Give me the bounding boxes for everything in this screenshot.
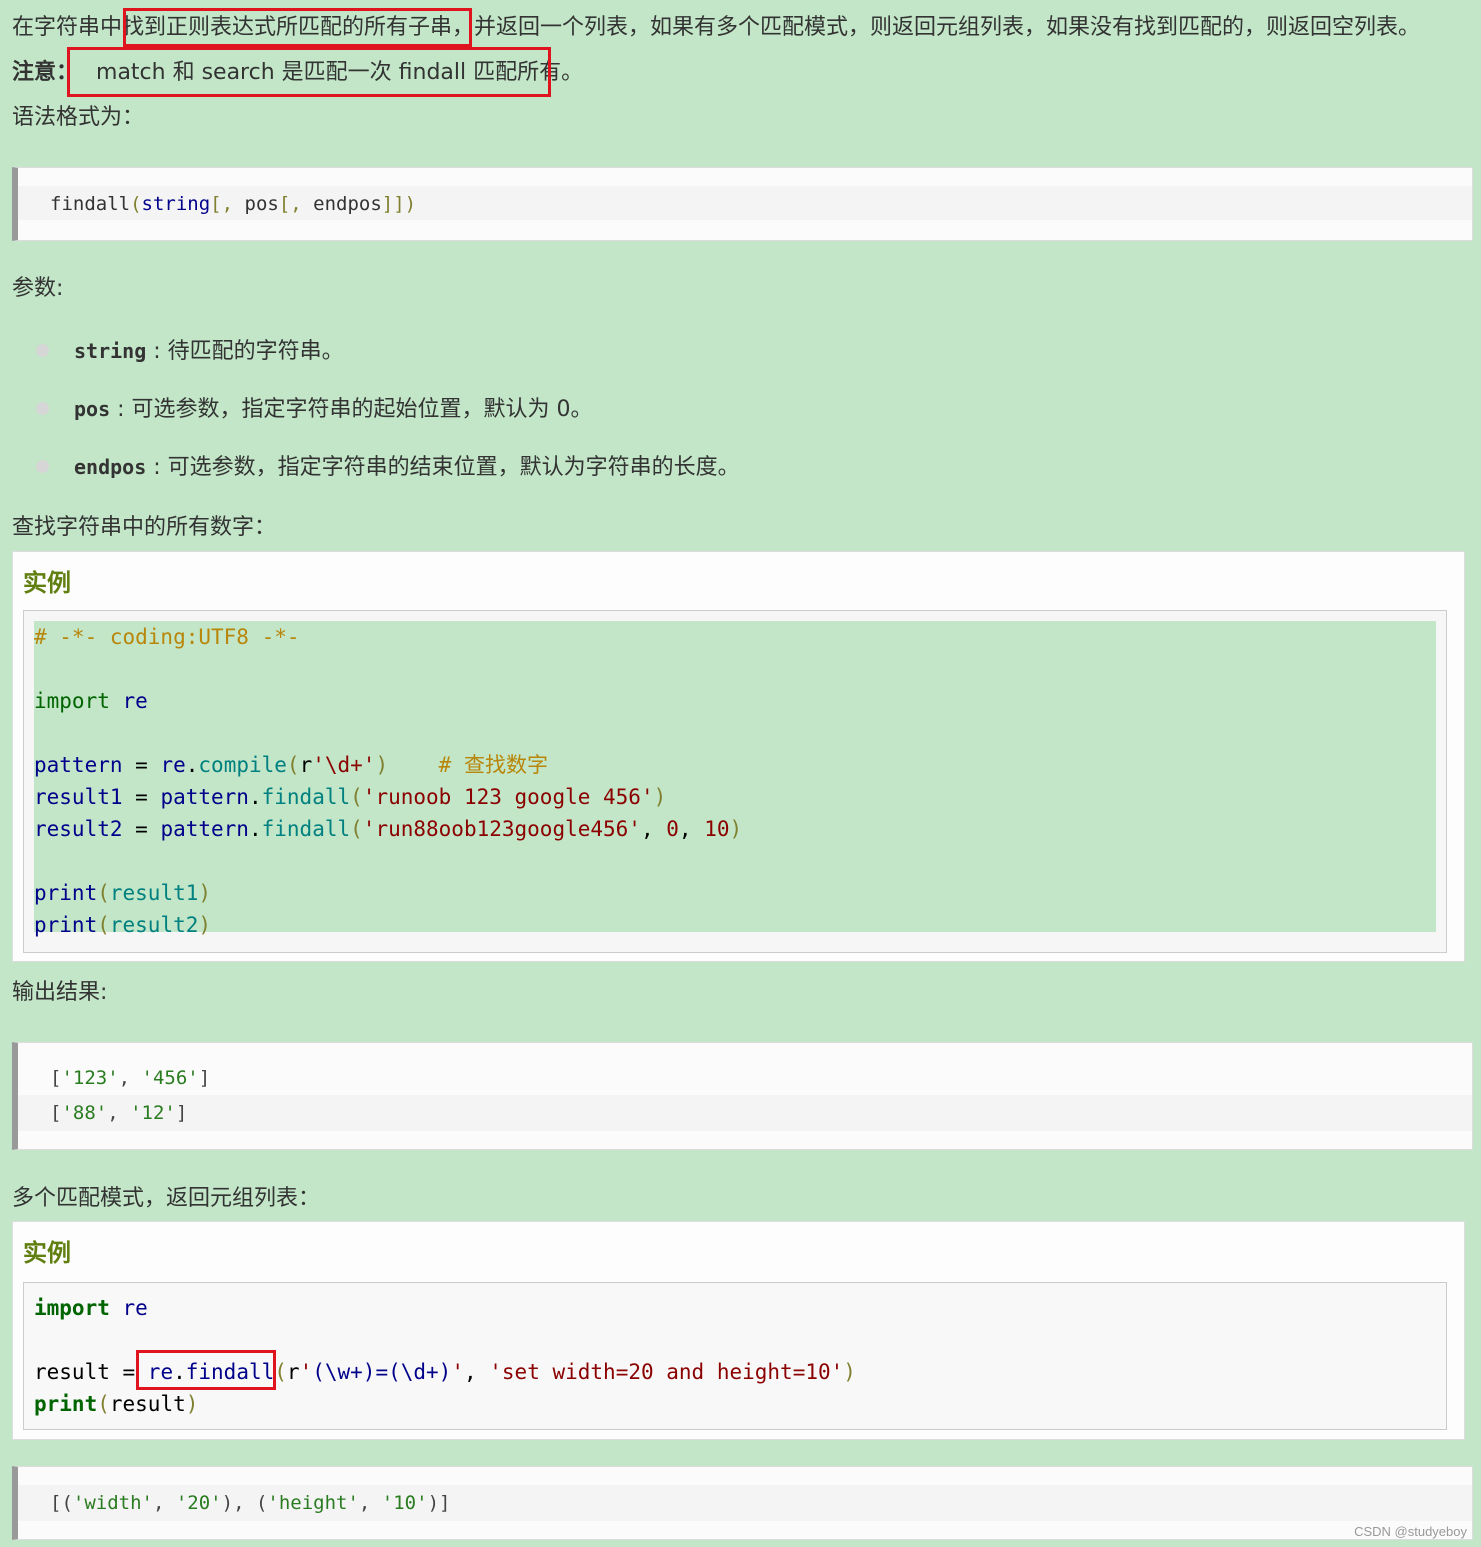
example1-code: # -*- coding:UTF8 -*- import re pattern …: [23, 610, 1447, 953]
note-line: 注意： match 和 search 是匹配一次 findall 匹配所有。: [12, 58, 583, 88]
bullet-icon: [36, 402, 49, 415]
example1-title: 实例: [23, 569, 71, 597]
syntax-block: findall(string[, pos[, endpos]]): [12, 167, 1473, 241]
intro-text-b: ，并返回一个列表，如果有多个匹配模式，则返回元组列表，如果没有找到匹配的，则返回…: [452, 15, 1421, 40]
code-line: result2 = pattern.findall('run88oob123go…: [34, 817, 743, 841]
bullet-icon: [36, 460, 49, 473]
output-line: ['123', '456']: [50, 1067, 211, 1089]
watermark: CSDN @studyeboy: [1354, 1524, 1467, 1539]
code-line: import re: [34, 689, 148, 713]
output-line: ['88', '12']: [50, 1102, 188, 1124]
note-text: match 和 search 是匹配一次 findall 匹配所有。: [96, 60, 584, 85]
note-label: 注意：: [12, 60, 79, 85]
bullet-icon: [36, 344, 49, 357]
intro-text-a: 在字符串中: [12, 15, 123, 40]
code-line: result = re.findall(r'(\w+)=(\d+)', 'set…: [34, 1360, 856, 1384]
intro-highlight-text: 找到正则表达式所匹配的所有子串: [122, 15, 453, 40]
example2-code: import re result = re.findall(r'(\w+)=(\…: [23, 1282, 1447, 1430]
example2-title: 实例: [23, 1239, 71, 1267]
param-item-pos: pos : 可选参数，指定字符串的起始位置，默认为 0。: [74, 397, 593, 422]
param-item-endpos: endpos : 可选参数，指定字符串的结束位置，默认为字符串的长度。: [74, 455, 740, 480]
param-item-string: string : 待匹配的字符串。: [74, 339, 344, 364]
code-line: print(result): [34, 1392, 199, 1416]
example2-box: 实例 import re result = re.findall(r'(\w+)…: [12, 1221, 1465, 1440]
code-line: print(result1): [34, 881, 212, 905]
syntax-code: findall(string[, pos[, endpos]]): [50, 193, 417, 215]
code-line: print(result2): [34, 913, 212, 937]
output-label: 输出结果:: [12, 980, 108, 1005]
syntax-label: 语法格式为：: [12, 105, 145, 130]
example1-box: 实例 # -*- coding:UTF8 -*- import re patte…: [12, 551, 1465, 962]
output1-block: ['123', '456'] ['88', '12']: [12, 1042, 1473, 1150]
params-label: 参数:: [12, 276, 64, 301]
intro-line-1: 在字符串中找到正则表达式所匹配的所有子串，并返回一个列表，如果有多个匹配模式，则…: [12, 13, 1420, 43]
code-line: import re: [34, 1296, 148, 1320]
output-line: [('width', '20'), ('height', '10')]: [50, 1492, 451, 1514]
code-line: result1 = pattern.findall('runoob 123 go…: [34, 785, 667, 809]
example1-intro: 查找字符串中的所有数字：: [12, 515, 277, 540]
code-line: pattern = re.compile(r'\d+') # 查找数字: [34, 753, 548, 777]
code-line: # -*- coding:UTF8 -*-: [34, 625, 300, 649]
example2-intro: 多个匹配模式，返回元组列表：: [12, 1186, 321, 1211]
output2-block: [('width', '20'), ('height', '10')]: [12, 1466, 1473, 1540]
